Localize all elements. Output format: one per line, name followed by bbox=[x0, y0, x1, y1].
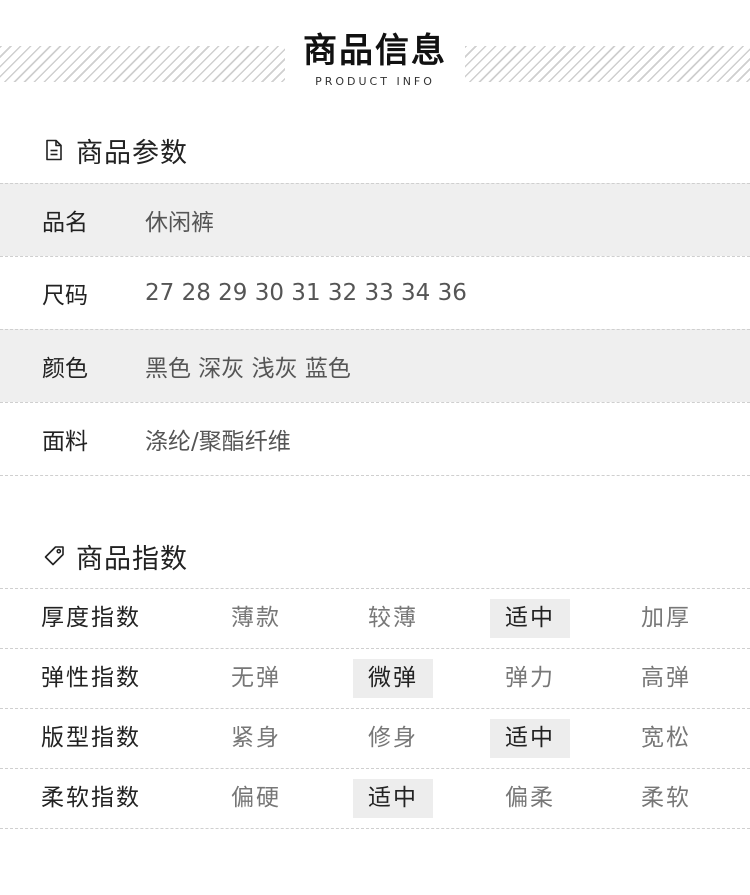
param-value: 休闲裤 bbox=[145, 210, 214, 236]
index-option: 薄款 bbox=[231, 605, 281, 631]
index-option: 紧身 bbox=[231, 725, 281, 751]
index-option-selected: 适中 bbox=[490, 599, 570, 638]
param-value: 黑色 深灰 浅灰 蓝色 bbox=[145, 356, 351, 382]
params-section-label: 商品参数 bbox=[76, 137, 188, 169]
param-label: 颜色 bbox=[42, 356, 88, 382]
param-value: 涤纶/聚酯纤维 bbox=[145, 429, 291, 455]
index-label: 柔软指数 bbox=[41, 785, 141, 811]
index-row: 弹性指数 无弹 微弹 弹力 高弹 bbox=[0, 648, 750, 708]
index-option: 加厚 bbox=[641, 605, 691, 631]
header-title: 商品信息 bbox=[303, 31, 447, 71]
param-label: 面料 bbox=[42, 429, 88, 455]
param-row: 品名 休闲裤 bbox=[0, 183, 750, 256]
header-stripe-left bbox=[0, 46, 285, 82]
index-option: 偏硬 bbox=[231, 785, 281, 811]
header-subtitle: PRODUCT INFO bbox=[315, 75, 435, 88]
params-table: 品名 休闲裤 尺码 27 28 29 30 31 32 33 34 36 颜色 … bbox=[0, 183, 750, 476]
document-icon bbox=[42, 138, 66, 162]
tag-icon bbox=[42, 544, 66, 568]
index-option: 宽松 bbox=[641, 725, 691, 751]
index-row: 厚度指数 薄款 较薄 适中 加厚 bbox=[0, 588, 750, 648]
index-label: 版型指数 bbox=[41, 725, 141, 751]
index-option: 较薄 bbox=[368, 605, 418, 631]
index-section-label: 商品指数 bbox=[76, 543, 188, 575]
index-option: 无弹 bbox=[231, 665, 281, 691]
product-info-page: 商品信息 PRODUCT INFO 商品参数 品名 休闲裤 尺码 27 28 2… bbox=[0, 0, 750, 895]
product-info-header: 商品信息 PRODUCT INFO bbox=[0, 0, 750, 110]
param-row: 颜色 黑色 深灰 浅灰 蓝色 bbox=[0, 329, 750, 402]
index-option-selected: 适中 bbox=[353, 779, 433, 818]
index-label: 弹性指数 bbox=[41, 665, 141, 691]
params-section-title: 商品参数 bbox=[42, 130, 188, 170]
index-option: 弹力 bbox=[505, 665, 555, 691]
index-label: 厚度指数 bbox=[41, 605, 141, 631]
index-option-selected: 适中 bbox=[490, 719, 570, 758]
index-option: 偏柔 bbox=[505, 785, 555, 811]
param-label: 品名 bbox=[42, 210, 88, 236]
index-option-selected: 微弹 bbox=[353, 659, 433, 698]
index-option: 修身 bbox=[368, 725, 418, 751]
param-row: 面料 涤纶/聚酯纤维 bbox=[0, 402, 750, 476]
param-row: 尺码 27 28 29 30 31 32 33 34 36 bbox=[0, 256, 750, 329]
param-value: 27 28 29 30 31 32 33 34 36 bbox=[145, 280, 467, 306]
index-section-title: 商品指数 bbox=[42, 536, 188, 576]
header-stripe-right bbox=[465, 46, 750, 82]
index-row: 柔软指数 偏硬 适中 偏柔 柔软 bbox=[0, 768, 750, 829]
index-option: 高弹 bbox=[641, 665, 691, 691]
index-row: 版型指数 紧身 修身 适中 宽松 bbox=[0, 708, 750, 768]
param-label: 尺码 bbox=[42, 283, 88, 309]
index-table: 厚度指数 薄款 较薄 适中 加厚 弹性指数 无弹 微弹 弹力 高弹 版型指数 紧… bbox=[0, 588, 750, 829]
index-option: 柔软 bbox=[641, 785, 691, 811]
